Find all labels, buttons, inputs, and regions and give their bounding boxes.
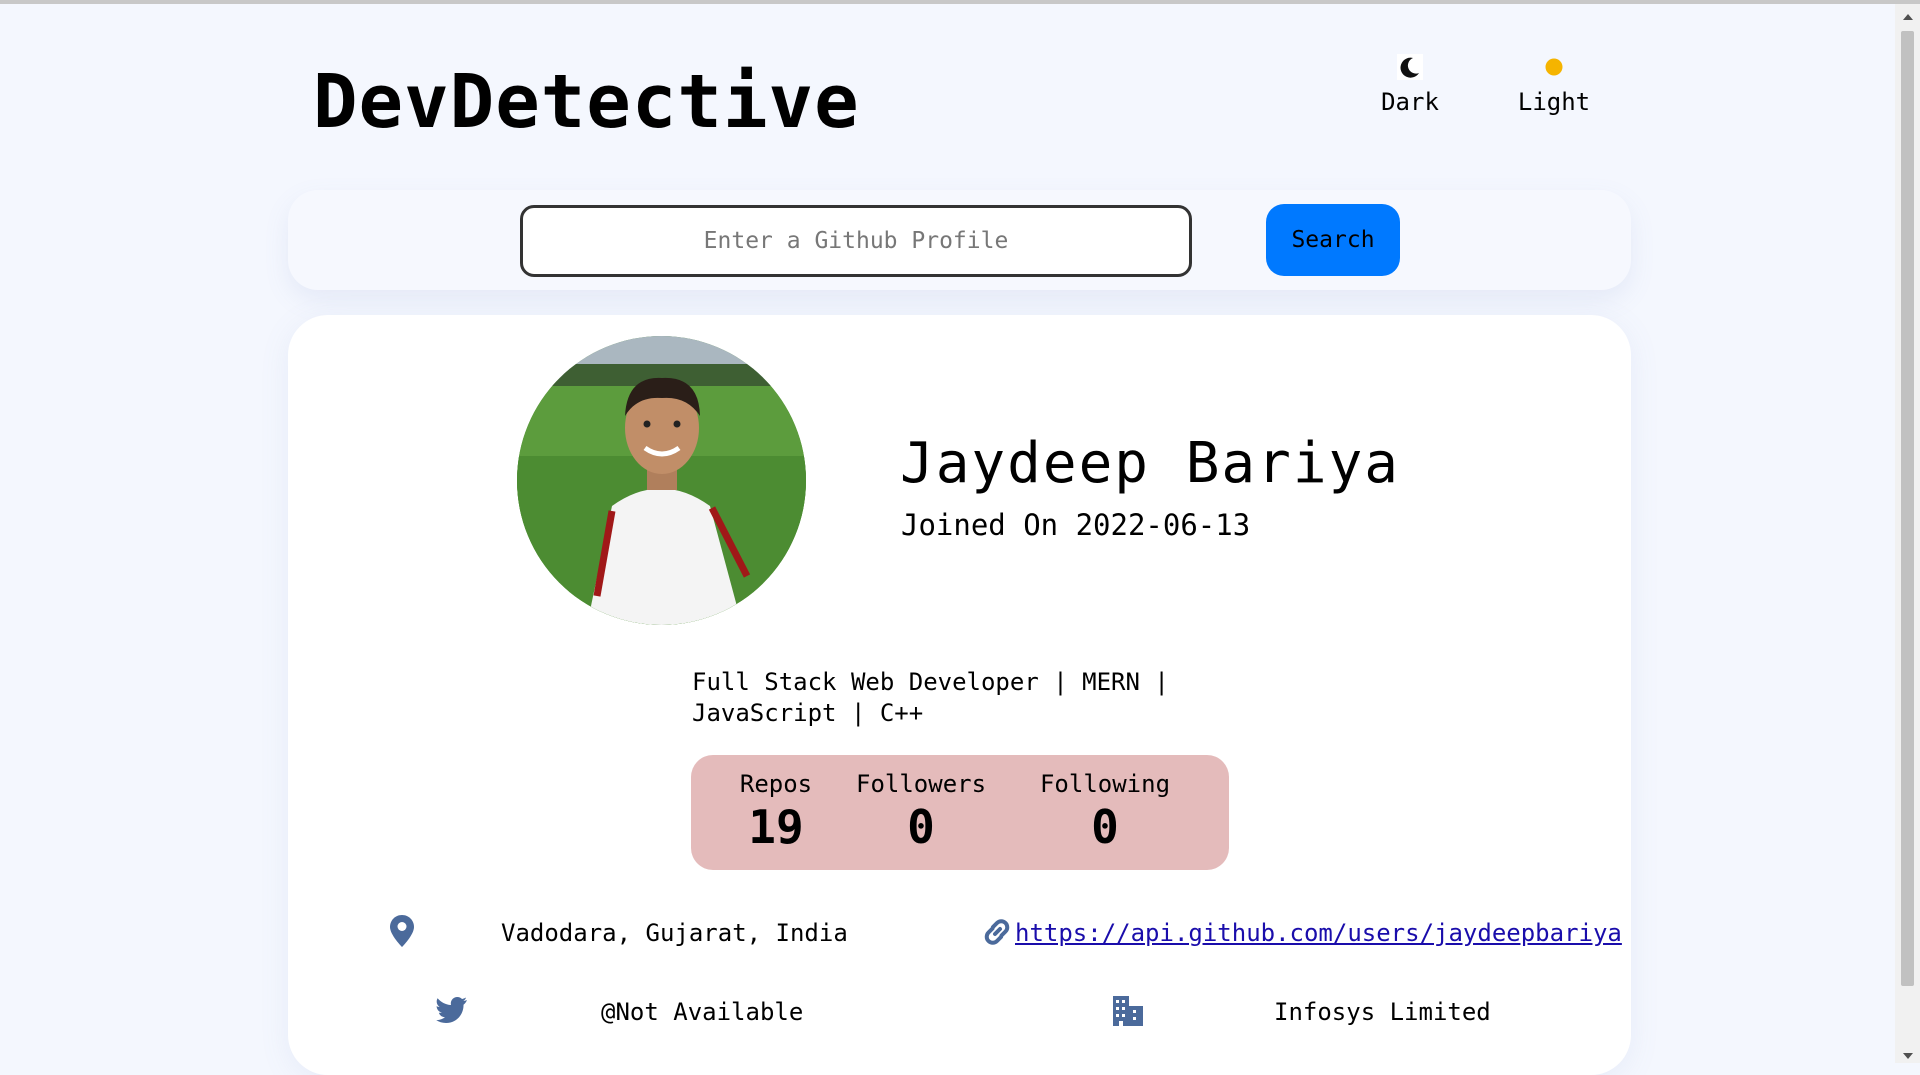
repos-label: Repos — [739, 770, 813, 798]
light-mode-toggle[interactable]: Light — [1499, 50, 1609, 120]
followers-count: 0 — [907, 800, 935, 854]
search-bar: Search — [288, 190, 1631, 290]
following-label: Following — [1039, 770, 1171, 798]
followers-label: Followers — [856, 770, 987, 798]
sun-icon — [1545, 58, 1563, 76]
company-name: Infosys Limited — [1274, 998, 1491, 1026]
dark-mode-toggle[interactable]: Dark — [1355, 50, 1465, 120]
dark-mode-label: Dark — [1381, 88, 1439, 116]
following-count: 0 — [1091, 800, 1119, 854]
stats-panel: Repos 19 Followers 0 Following 0 — [691, 755, 1229, 870]
vertical-scrollbar[interactable] — [1895, 4, 1920, 1063]
avatar-image — [517, 336, 806, 625]
scroll-down-arrow-icon[interactable] — [1903, 1053, 1913, 1059]
twitter-handle: @Not Available — [601, 998, 804, 1026]
joined-date: Joined On 2022-06-13 — [901, 508, 1251, 542]
scrollbar-thumb[interactable] — [1901, 31, 1914, 986]
app-title: DevDetective — [313, 59, 860, 145]
profile-name: Jaydeep Bariya — [900, 431, 1401, 496]
repos-count: 19 — [748, 800, 804, 854]
twitter-icon — [436, 997, 467, 1023]
location-text: Vadodara, Gujarat, India — [501, 919, 848, 947]
search-button[interactable]: Search — [1266, 204, 1400, 276]
avatar — [517, 336, 806, 625]
moon-icon — [1397, 54, 1423, 80]
stat-repos: Repos 19 — [731, 767, 821, 853]
scroll-up-arrow-icon[interactable] — [1903, 14, 1913, 20]
window-top-border — [0, 0, 1920, 4]
search-input[interactable] — [520, 205, 1192, 277]
blog-link[interactable]: https://api.github.com/users/jaydeepbari… — [1015, 916, 1622, 950]
building-icon — [1113, 996, 1143, 1026]
stat-following: Following 0 — [1035, 767, 1175, 853]
stat-followers: Followers 0 — [856, 767, 986, 853]
light-mode-label: Light — [1517, 88, 1591, 116]
location-pin-icon — [390, 915, 414, 947]
profile-bio: Full Stack Web Developer | MERN | JavaSc… — [692, 668, 1169, 727]
link-icon — [984, 919, 1010, 945]
profile-card: Jaydeep Bariya Joined On 2022-06-13 Full… — [288, 315, 1631, 1075]
